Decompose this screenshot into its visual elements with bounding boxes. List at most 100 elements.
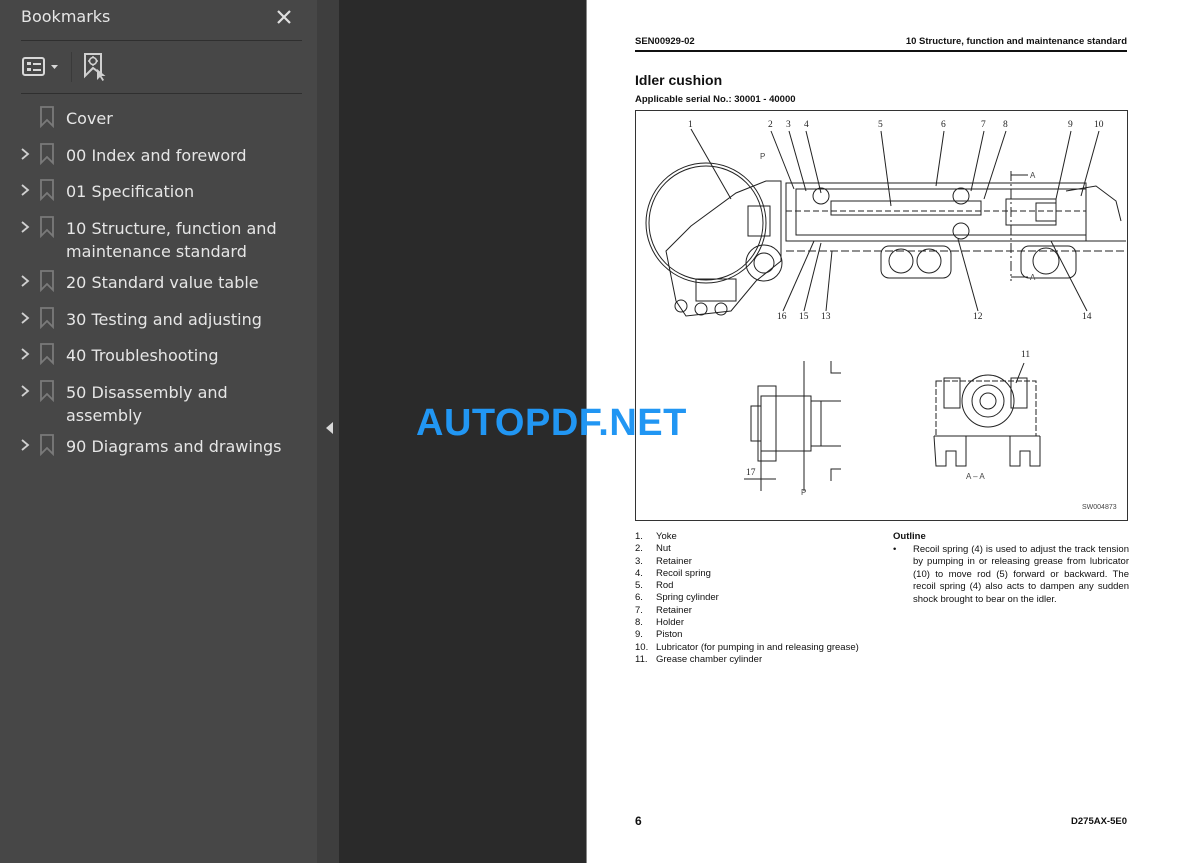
header-rule bbox=[635, 50, 1127, 52]
bookmark-label: 00 Index and foreword bbox=[66, 145, 247, 165]
bookmark-label: 01 Specification bbox=[66, 182, 195, 202]
part-name: Spring cylinder bbox=[656, 592, 719, 604]
callout-3: 3 bbox=[786, 120, 791, 130]
chevron-right-icon[interactable] bbox=[18, 180, 32, 200]
callout-11: 11 bbox=[1021, 350, 1030, 360]
callout-13: 13 bbox=[821, 312, 831, 322]
part-name: Retainer bbox=[656, 555, 692, 567]
part-name: Rod bbox=[656, 580, 674, 592]
callout-1: 1 bbox=[688, 120, 693, 130]
chevron-right-icon[interactable] bbox=[18, 271, 32, 291]
part-number: 3. bbox=[635, 555, 643, 567]
bookmark-label: Cover bbox=[66, 109, 113, 128]
page-number: 6 bbox=[635, 814, 642, 828]
close-panel-button[interactable] bbox=[275, 8, 293, 26]
callout-7: 7 bbox=[981, 120, 986, 130]
callout-10: 10 bbox=[1094, 120, 1104, 130]
chevron-right-icon[interactable] bbox=[18, 381, 32, 401]
callout-12: 12 bbox=[973, 312, 983, 322]
section-marker-bottom: A bbox=[1030, 273, 1036, 282]
part-item: 9. Piston bbox=[635, 629, 859, 641]
model-code: D275AX-5E0 bbox=[1071, 816, 1127, 827]
part-name: Retainer bbox=[656, 604, 692, 616]
bookmark-list: Cover 00 Index and foreword 01 Specificati… bbox=[0, 99, 317, 464]
chevron-right-icon[interactable] bbox=[18, 308, 32, 328]
callout-14: 14 bbox=[1082, 312, 1092, 322]
bookmarks-panel: Bookmarks Cover 00 Index and foreword 01… bbox=[0, 0, 317, 863]
callout-16: 16 bbox=[777, 312, 787, 322]
part-name: Lubricator (for pumping in and releasing… bbox=[656, 641, 859, 653]
chevron-right-icon[interactable] bbox=[18, 144, 32, 164]
hub bbox=[745, 244, 783, 282]
part-name: Holder bbox=[656, 617, 684, 629]
bookmark-item[interactable]: 00 Index and foreword bbox=[0, 136, 317, 173]
bullet: • bbox=[893, 544, 897, 555]
part-item: 8. Holder bbox=[635, 617, 859, 629]
bookmark-label: 30 Testing and adjusting bbox=[66, 309, 262, 329]
part-number: 7. bbox=[635, 604, 643, 616]
bookmark-item[interactable]: Cover bbox=[0, 99, 317, 136]
chevron-right-icon[interactable] bbox=[18, 344, 32, 364]
bookmark-item[interactable]: 40 Troubleshooting bbox=[0, 336, 317, 373]
bookmark-item[interactable]: 01 Specification bbox=[0, 172, 317, 209]
technical-drawing: 1 2 3 4 5 6 7 8 9 10 16 15 13 12 14 11 1… bbox=[645, 120, 1126, 511]
bookmark-icon bbox=[40, 179, 54, 202]
panel-splitter[interactable] bbox=[317, 0, 339, 863]
bookmarks-toolbar bbox=[21, 50, 301, 84]
bookmark-item[interactable]: 30 Testing and adjusting bbox=[0, 300, 317, 337]
piston bbox=[1035, 202, 1057, 222]
callout-4: 4 bbox=[804, 120, 809, 130]
serial-range: Applicable serial No.: 30001 - 40000 bbox=[635, 94, 796, 105]
part-name: Yoke bbox=[656, 531, 677, 542]
yoke-block bbox=[747, 205, 771, 237]
part-item: 3. Retainer bbox=[635, 556, 859, 568]
view-p-marker: P bbox=[760, 152, 765, 161]
outline-heading: Outline bbox=[893, 531, 926, 542]
callout-17: 17 bbox=[746, 468, 756, 478]
bookmark-label: 90 Diagrams and drawings bbox=[66, 437, 282, 457]
yoke bbox=[665, 180, 782, 317]
callout-5: 5 bbox=[878, 120, 883, 130]
part-item: 2. Nut bbox=[635, 543, 859, 555]
bookmark-icon bbox=[40, 106, 54, 128]
panel-title: Bookmarks bbox=[21, 7, 111, 26]
chapter-header: 10 Structure, function and maintenance s… bbox=[905, 36, 1127, 47]
callout-8: 8 bbox=[1003, 120, 1008, 130]
part-number: 1. bbox=[635, 531, 643, 542]
bookmarks-header: Bookmarks bbox=[21, 6, 301, 32]
watermark: AUTOPDF.NET bbox=[416, 402, 687, 444]
figure-code: SW004873 bbox=[1082, 504, 1117, 511]
part-name: Nut bbox=[656, 543, 671, 555]
chevron-right-icon[interactable] bbox=[18, 217, 32, 237]
bookmark-item[interactable]: 50 Disassembly and assembly bbox=[0, 373, 317, 427]
bookmark-label: 50 Disassembly and assembly bbox=[66, 383, 228, 426]
close-icon bbox=[277, 10, 291, 24]
bookmark-icon bbox=[40, 306, 54, 329]
bookmark-icon bbox=[40, 216, 54, 239]
bookmark-item[interactable]: 90 Diagrams and drawings bbox=[0, 427, 317, 464]
bookmark-icon bbox=[40, 380, 54, 403]
collapse-panel-button[interactable] bbox=[324, 421, 334, 435]
bookmark-icon bbox=[40, 270, 54, 293]
bookmark-icon bbox=[40, 142, 54, 165]
part-number: 2. bbox=[635, 543, 643, 555]
bookmark-icon bbox=[40, 343, 54, 366]
bookmark-options-button[interactable] bbox=[21, 54, 63, 80]
section-marker-top: A bbox=[1030, 171, 1036, 180]
part-item: 5. Rod bbox=[635, 580, 859, 592]
part-item: 7. Retainer bbox=[635, 605, 859, 617]
find-current-bookmark-button[interactable] bbox=[81, 52, 109, 82]
outline-paragraph: • Recoil spring (4) is used to adjust th… bbox=[893, 544, 1129, 606]
part-number: 4. bbox=[635, 567, 643, 579]
bookmark-item[interactable]: 20 Standard value table bbox=[0, 263, 317, 300]
part-number: 11. bbox=[635, 653, 648, 665]
outline-text: Recoil spring (4) is used to adjust the … bbox=[913, 544, 1129, 605]
chevron-right-icon[interactable] bbox=[18, 435, 32, 455]
callout-9: 9 bbox=[1068, 120, 1073, 130]
divider bbox=[21, 40, 302, 41]
part-number: 6. bbox=[635, 592, 643, 604]
section-title: Idler cushion bbox=[635, 72, 723, 88]
bookmark-label: 40 Troubleshooting bbox=[66, 346, 219, 366]
bookmark-item[interactable]: 10 Structure, function and maintenance s… bbox=[0, 209, 317, 263]
bookmark-label: 20 Standard value table bbox=[66, 273, 259, 293]
